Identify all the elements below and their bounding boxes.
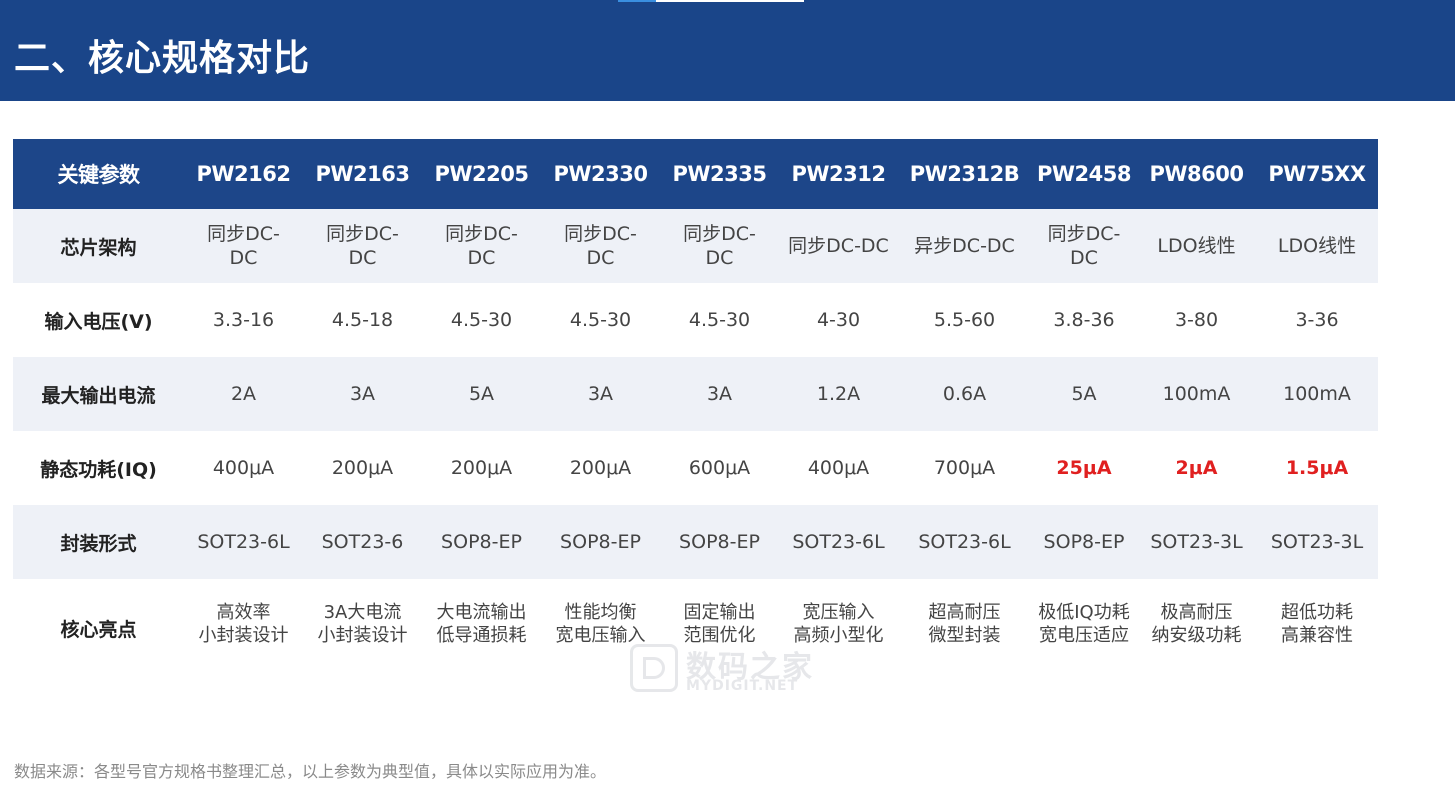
header-cell: PW75XX bbox=[1256, 139, 1378, 209]
table-cell: 0.6A bbox=[898, 357, 1031, 431]
table-cell: SOT23-6L bbox=[184, 505, 303, 579]
table-cell: 同步DC- DC bbox=[184, 209, 303, 283]
table-row: 芯片架构 同步DC- DC 同步DC- DC 同步DC- DC 同步DC- DC… bbox=[13, 209, 1378, 283]
table-cell: 大电流输出 低导通损耗 bbox=[436, 602, 527, 646]
table-cell-highlight: 2μA bbox=[1175, 457, 1218, 479]
table-cell: 400μA bbox=[212, 457, 275, 479]
table-cell: 4.5-30 bbox=[688, 309, 751, 331]
table-cell: 1.2A bbox=[779, 357, 898, 431]
header-cell: PW2162 bbox=[184, 139, 303, 209]
table-cell: 400μA bbox=[807, 457, 870, 479]
table-cell: 2A bbox=[184, 357, 303, 431]
table-cell: 200μA bbox=[450, 457, 513, 479]
table-row: 输入电压(V) 3.3-16 4.5-18 4.5-30 4.5-30 4.5-… bbox=[13, 283, 1378, 357]
data-source-footnote: 数据来源：各型号官方规格书整理汇总，以上参数为典型值，具体以实际应用为准。 bbox=[14, 762, 607, 781]
header-cell: PW2205 bbox=[422, 139, 541, 209]
table-cell-highlight: 25μA bbox=[1056, 457, 1112, 479]
table-cell: SOT23-6L bbox=[779, 505, 898, 579]
table-row: 封装形式 SOT23-6L SOT23-6 SOP8-EP SOP8-EP SO… bbox=[13, 505, 1378, 579]
table-cell: 同步DC- DC bbox=[660, 209, 779, 283]
table-cell: 3A bbox=[541, 357, 660, 431]
table-cell: SOP8-EP bbox=[541, 505, 660, 579]
table-cell: 同步DC- DC bbox=[1031, 209, 1137, 283]
table-cell: 异步DC-DC bbox=[898, 209, 1031, 283]
top-accent-bar bbox=[618, 0, 804, 2]
table-cell: SOT23-3L bbox=[1137, 505, 1256, 579]
header-cell: PW2163 bbox=[303, 139, 422, 209]
table-cell: 3.3-16 bbox=[212, 309, 275, 331]
table-cell: 高效率 小封装设计 bbox=[198, 602, 289, 646]
table-cell: 同步DC-DC bbox=[779, 209, 898, 283]
table-cell: 5A bbox=[1031, 357, 1137, 431]
row-label: 输入电压(V) bbox=[44, 310, 153, 333]
table-cell: SOP8-EP bbox=[660, 505, 779, 579]
table-cell: 600μA bbox=[688, 457, 751, 479]
table-cell: 4.5-18 bbox=[331, 309, 394, 331]
table-cell: 极低IQ功耗 宽电压适应 bbox=[1038, 602, 1130, 646]
header-cell: PW2335 bbox=[660, 139, 779, 209]
table-cell: 5A bbox=[422, 357, 541, 431]
table-cell: 3-36 bbox=[1295, 309, 1339, 331]
table-cell: 5.5-60 bbox=[933, 309, 996, 331]
header-cell: PW2312B bbox=[898, 139, 1031, 209]
section-title: 二、核心规格对比 bbox=[14, 38, 311, 79]
table-cell: 同步DC- DC bbox=[303, 209, 422, 283]
table-cell: 3.8-36 bbox=[1053, 309, 1115, 331]
table-cell: LDO线性 bbox=[1137, 209, 1256, 283]
table-cell: 超低功耗 高兼容性 bbox=[1281, 602, 1353, 646]
table-cell: 4-30 bbox=[816, 309, 861, 331]
table-cell: 4.5-30 bbox=[569, 309, 632, 331]
spec-comparison-table: 关键参数 PW2162 PW2163 PW2205 PW2330 PW2335 … bbox=[13, 139, 1378, 710]
table-cell: 100mA bbox=[1256, 357, 1378, 431]
row-label: 芯片架构 bbox=[13, 209, 184, 283]
header-cell: PW8600 bbox=[1137, 139, 1256, 209]
table-cell: SOT23-3L bbox=[1256, 505, 1378, 579]
table-cell-highlight: 1.5μA bbox=[1285, 457, 1349, 479]
table-cell: 4.5-30 bbox=[450, 309, 513, 331]
table-cell: 超高耐压 微型封装 bbox=[928, 602, 1001, 646]
row-label: 静态功耗(IQ) bbox=[40, 458, 157, 481]
table-row: 最大输出电流 2A 3A 5A 3A 3A 1.2A 0.6A 5A 100mA… bbox=[13, 357, 1378, 431]
row-label: 核心亮点 bbox=[60, 619, 137, 641]
table-header-row: 关键参数 PW2162 PW2163 PW2205 PW2330 PW2335 … bbox=[13, 139, 1378, 209]
watermark-logo-icon bbox=[630, 644, 678, 692]
header-cell: PW2458 bbox=[1031, 139, 1137, 209]
table-cell: SOT23-6L bbox=[898, 505, 1031, 579]
row-label: 最大输出电流 bbox=[13, 357, 184, 431]
table-cell: SOT23-6 bbox=[303, 505, 422, 579]
table-cell: 3A bbox=[660, 357, 779, 431]
table-cell: SOP8-EP bbox=[1031, 505, 1137, 579]
header-cell: PW2330 bbox=[541, 139, 660, 209]
row-label: 封装形式 bbox=[13, 505, 184, 579]
watermark: 数码之家 MYDIGIT.NET bbox=[630, 640, 830, 698]
table-cell: SOP8-EP bbox=[422, 505, 541, 579]
table-cell: LDO线性 bbox=[1256, 209, 1378, 283]
header-cell: 关键参数 bbox=[13, 139, 184, 209]
table-cell: 同步DC- DC bbox=[541, 209, 660, 283]
table-cell: 200μA bbox=[331, 457, 394, 479]
table-cell: 同步DC- DC bbox=[422, 209, 541, 283]
header-cell: PW2312 bbox=[779, 139, 898, 209]
table-cell: 极高耐压 纳安级功耗 bbox=[1151, 602, 1242, 646]
table-cell: 3-80 bbox=[1174, 309, 1219, 331]
table-cell: 3A bbox=[303, 357, 422, 431]
table-cell: 3A大电流 小封装设计 bbox=[317, 602, 408, 646]
table-cell: 100mA bbox=[1137, 357, 1256, 431]
table-cell: 700μA bbox=[933, 457, 996, 479]
watermark-text-en: MYDIGIT.NET bbox=[686, 678, 799, 694]
table-row: 静态功耗(IQ) 400μA 200μA 200μA 200μA 600μA 4… bbox=[13, 431, 1378, 505]
table-cell: 200μA bbox=[569, 457, 632, 479]
